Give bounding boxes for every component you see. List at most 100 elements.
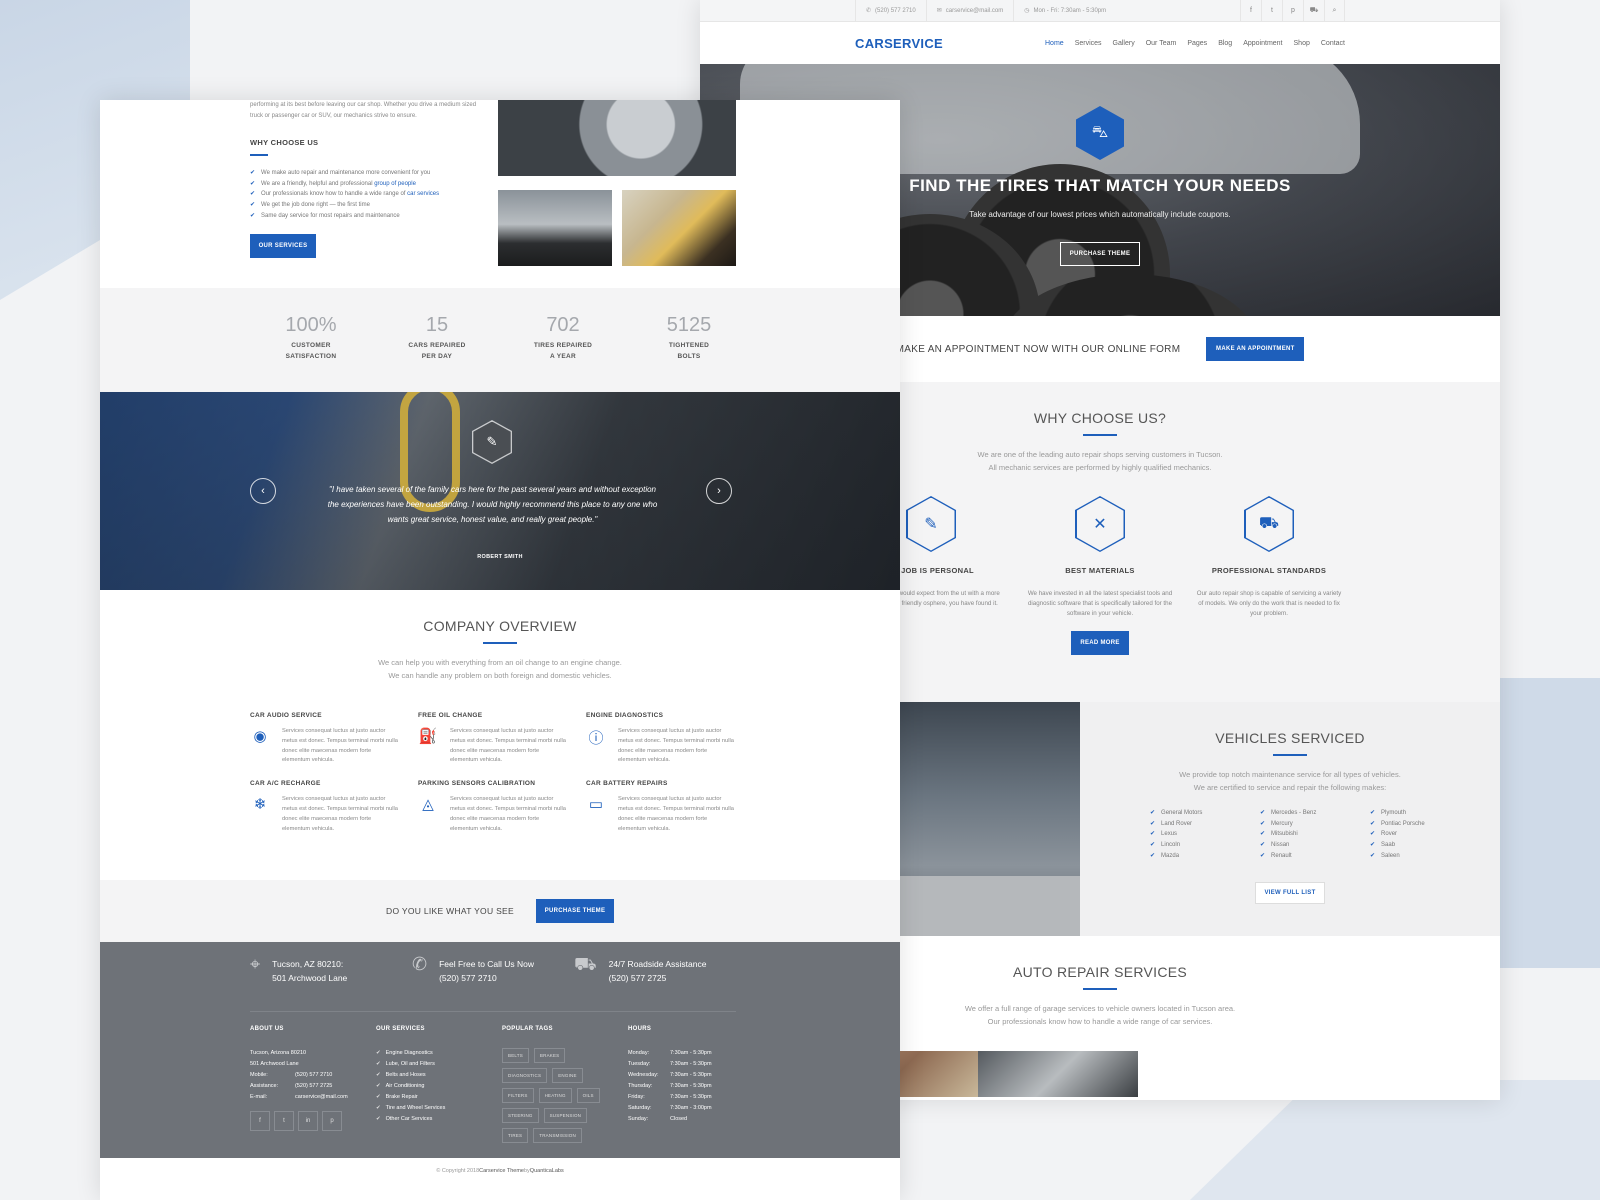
footer-contact-item: ✆ Feel Free to Call Us Now (520) 577 2710 xyxy=(412,955,574,1011)
tag[interactable]: DIAGNOSTICS xyxy=(502,1068,548,1083)
purchase-theme-button[interactable]: PURCHASE THEME xyxy=(535,899,614,923)
nav-contact[interactable]: Contact xyxy=(1321,40,1345,47)
service-title[interactable]: CAR A/C RECHARGE xyxy=(250,780,418,787)
footer-link[interactable]: Tire and Wheel Services xyxy=(376,1103,502,1114)
list-item: Land Rover xyxy=(1150,819,1210,830)
oil-can-icon: ⛽ xyxy=(418,728,438,745)
section-title: COMPANY OVERVIEW xyxy=(423,618,577,634)
footer-link[interactable]: Belts and Hoses xyxy=(376,1070,502,1081)
facebook-icon[interactable]: f xyxy=(1240,0,1261,21)
nav-shop[interactable]: Shop xyxy=(1294,40,1310,47)
nav-gallery[interactable]: Gallery xyxy=(1113,40,1135,47)
purchase-theme-button[interactable]: PURCHASE THEME xyxy=(1060,242,1140,266)
service-title[interactable]: ENGINE DIAGNOSTICS xyxy=(586,712,754,719)
linkedin-icon[interactable]: in xyxy=(298,1111,318,1131)
car-services-link[interactable]: car services xyxy=(407,191,439,197)
footer-email-link[interactable]: carservice@mail.com xyxy=(295,1092,348,1103)
purchase-banner: DO YOU LIKE WHAT YOU SEE PURCHASE THEME xyxy=(100,880,900,942)
title-divider xyxy=(483,642,517,644)
stat-item: 5125 TIGHTENED BOLTS xyxy=(648,314,730,392)
stat-number: 15 xyxy=(425,314,449,336)
list-item: Same day service for most repairs and ma… xyxy=(250,211,439,222)
pinterest-icon[interactable]: p xyxy=(1282,0,1303,21)
speaker-icon: ◉ xyxy=(253,728,267,745)
tag[interactable]: FILTERS xyxy=(502,1088,534,1103)
footer-link[interactable]: Brake Repair xyxy=(376,1092,502,1103)
feature-item: ✕ BEST MATERIALS We have invested in all… xyxy=(1028,496,1173,619)
stats-bar: 100% CUSTOMER SATISFACTION 15 CARS REPAIR… xyxy=(100,288,900,392)
cart-icon[interactable]: ⛟ xyxy=(1303,0,1324,21)
view-full-list-button[interactable]: VIEW FULL LIST xyxy=(1255,881,1325,904)
nav-services[interactable]: Services xyxy=(1075,40,1102,47)
footer-link[interactable]: Air Conditioning xyxy=(376,1081,502,1092)
testimonial-author: ROBERT SMITH xyxy=(477,554,523,560)
footer-about: ABOUT US Tucson, Arizona 80210 501 Archw… xyxy=(250,1026,376,1143)
prev-arrow-icon[interactable]: ‹ xyxy=(250,478,276,504)
group-link[interactable]: group of people xyxy=(374,181,416,187)
tag[interactable]: HEATING xyxy=(538,1088,572,1103)
tag[interactable]: OILS xyxy=(576,1088,600,1103)
footer-link[interactable]: Engine Diagnostics xyxy=(376,1048,502,1059)
title-divider xyxy=(1273,754,1307,756)
nav-our-team[interactable]: Our Team xyxy=(1146,40,1177,47)
stat-number: 100% xyxy=(285,314,337,336)
read-more-button[interactable]: READ MORE xyxy=(1071,631,1129,655)
twitter-icon[interactable]: t xyxy=(1261,0,1282,21)
tag[interactable]: TIRES xyxy=(502,1128,529,1143)
search-icon[interactable]: ⌕ xyxy=(1324,0,1345,21)
theme-link[interactable]: Carservice Theme xyxy=(479,1168,524,1174)
footer-link[interactable]: Lube, Oil and Filters xyxy=(376,1059,502,1070)
tag[interactable]: BELTS xyxy=(502,1048,529,1063)
list-item: Saab xyxy=(1370,840,1430,851)
facebook-icon[interactable]: f xyxy=(250,1111,270,1131)
service-item: CAR AUDIO SERVICE ◉ Services consequat lu… xyxy=(250,712,418,766)
map-icon: ⌖ xyxy=(250,954,261,974)
about-page-preview: performing at its best before leaving ou… xyxy=(100,100,900,1200)
stat-item: 702 TIRES REPAIRED A YEAR xyxy=(522,314,604,392)
main-nav: Home Services Gallery Our Team Pages Blo… xyxy=(1045,40,1345,47)
phone-info: ✆ (520) 577 2710 xyxy=(855,0,926,21)
hours-info: ◷ Mon - Fri: 7:30am - 5:30pm xyxy=(1013,0,1116,21)
list-item: We make auto repair and maintenance more… xyxy=(250,168,439,179)
logo[interactable]: CARSERVICE xyxy=(855,36,943,51)
tag[interactable]: ENGINE xyxy=(552,1068,583,1083)
footer-tags: POPULAR TAGS BELTS BRAKES DIAGNOSTICS EN… xyxy=(502,1026,628,1143)
service-title[interactable]: CAR BATTERY REPAIRS xyxy=(586,780,754,787)
service-text: Services consequat luctus at justo aucto… xyxy=(618,796,734,832)
list-item: Plymouth xyxy=(1370,808,1430,819)
pinterest-icon[interactable]: p xyxy=(322,1111,342,1131)
email-info[interactable]: ✉ carservice@mail.com xyxy=(925,0,1013,21)
testimonial-slider: ✎ ‹ › "I have taken several of the famil… xyxy=(100,392,900,590)
next-arrow-icon[interactable]: › xyxy=(706,478,732,504)
service-item: PARKING SENSORS CALIBRATION ◬ Services co… xyxy=(418,780,586,834)
tag[interactable]: TRANSMISSION xyxy=(533,1128,582,1143)
nav-blog[interactable]: Blog xyxy=(1218,40,1232,47)
battery-icon: ▭ xyxy=(588,796,604,814)
service-title[interactable]: PARKING SENSORS CALIBRATION xyxy=(418,780,586,787)
service-text: Services consequat luctus at justo aucto… xyxy=(450,796,566,832)
service-text: Services consequat luctus at justo aucto… xyxy=(450,728,566,764)
nav-pages[interactable]: Pages xyxy=(1187,40,1207,47)
author-link[interactable]: QuanticaLabs xyxy=(530,1168,564,1174)
gallery-image[interactable] xyxy=(978,1051,1138,1097)
make-appointment-button[interactable]: MAKE AN APPOINTMENT xyxy=(1206,337,1305,361)
tag[interactable]: STEERING xyxy=(502,1108,539,1123)
nav-appointment[interactable]: Appointment xyxy=(1243,40,1282,47)
tag[interactable]: BRAKES xyxy=(533,1048,566,1063)
nav-home[interactable]: Home xyxy=(1045,40,1064,47)
list-item: Lexus xyxy=(1150,829,1210,840)
service-title[interactable]: FREE OIL CHANGE xyxy=(418,712,586,719)
service-item: FREE OIL CHANGE ⛽ Services consequat luct… xyxy=(418,712,586,766)
section-title: VEHICLES SERVICED xyxy=(1215,730,1365,746)
twitter-icon[interactable]: t xyxy=(274,1111,294,1131)
list-item: Saleen xyxy=(1370,851,1430,862)
tag[interactable]: SUSPENSION xyxy=(543,1108,588,1123)
mail-icon: ✉ xyxy=(936,8,942,14)
service-item: CAR BATTERY REPAIRS ▭ Services consequat … xyxy=(586,780,754,834)
footer-link[interactable]: Other Car Services xyxy=(376,1114,502,1125)
feature-title: BEST MATERIALS xyxy=(1065,566,1135,575)
service-title[interactable]: CAR AUDIO SERVICE xyxy=(250,712,418,719)
footer-contacts: ⌖ Tucson, AZ 80210: 501 Archwood Lane ✆ F… xyxy=(250,942,736,1012)
footer-heading: ABOUT US xyxy=(250,1026,284,1032)
our-services-button[interactable]: OUR SERVICES xyxy=(250,234,316,258)
